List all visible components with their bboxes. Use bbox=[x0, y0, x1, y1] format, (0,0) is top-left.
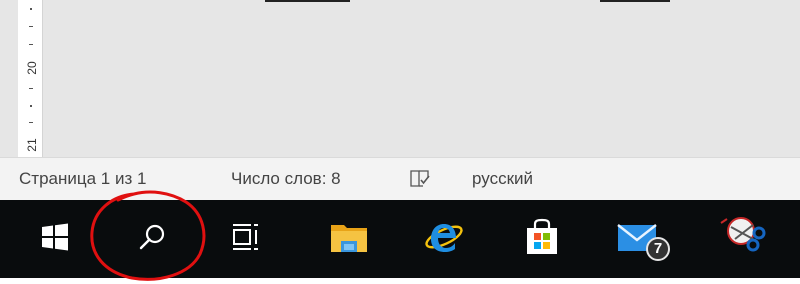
mail-icon: 7 bbox=[614, 215, 670, 263]
page-count[interactable]: Страница 1 из 1 bbox=[19, 169, 146, 189]
task-view-icon bbox=[229, 222, 261, 257]
start-button[interactable] bbox=[25, 200, 85, 278]
ruler-number: 21 bbox=[25, 138, 39, 152]
language-indicator[interactable]: русский bbox=[472, 169, 533, 189]
vertical-ruler: 20 21 bbox=[18, 0, 43, 157]
windows-logo-icon bbox=[40, 222, 70, 257]
snipping-tool-button[interactable] bbox=[713, 200, 773, 278]
store-button[interactable] bbox=[512, 200, 572, 278]
ruler-number: 20 bbox=[25, 61, 39, 75]
mail-button[interactable]: 7 bbox=[612, 200, 672, 278]
text-fragment-top bbox=[600, 0, 670, 2]
folder-icon bbox=[329, 219, 369, 260]
scissors-icon bbox=[719, 215, 767, 264]
status-bar: Страница 1 из 1 Число слов: 8 русский bbox=[0, 157, 800, 201]
file-explorer-button[interactable] bbox=[319, 200, 379, 278]
mail-badge-count: 7 bbox=[653, 240, 663, 257]
internet-explorer-button[interactable] bbox=[414, 200, 474, 278]
store-bag-icon bbox=[523, 218, 561, 261]
bottom-strip bbox=[0, 278, 800, 284]
word-count[interactable]: Число слов: 8 bbox=[231, 169, 341, 189]
taskbar: 7 bbox=[0, 200, 800, 278]
document-area[interactable]: 20 21 bbox=[0, 0, 800, 157]
search-icon bbox=[137, 222, 167, 257]
proofing-book-icon[interactable] bbox=[409, 169, 431, 189]
ie-icon bbox=[423, 217, 465, 262]
search-button[interactable] bbox=[122, 200, 182, 278]
text-fragment-top bbox=[265, 0, 350, 2]
task-view-button[interactable] bbox=[215, 200, 275, 278]
